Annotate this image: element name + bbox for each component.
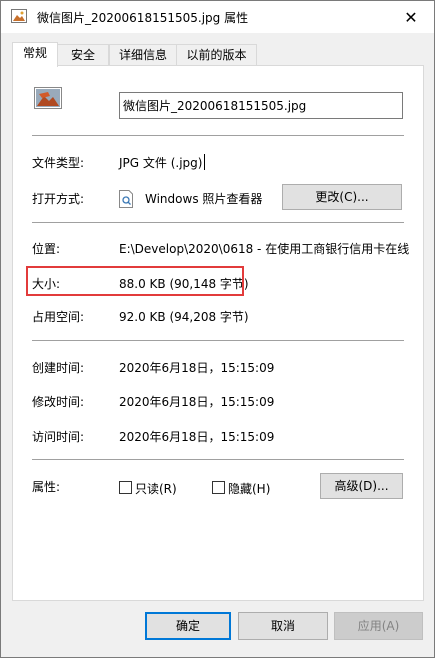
title-bar: 微信图片_20200618151505.jpg 属性 ✕: [1, 1, 434, 33]
image-file-icon: [11, 9, 27, 23]
tab-security[interactable]: 安全: [57, 44, 109, 66]
tab-general[interactable]: 常规: [12, 42, 58, 67]
accessed-value: 2020年6月18日，15:15:09: [119, 430, 275, 444]
open-with-value: Windows 照片查看器: [145, 192, 263, 206]
location-value: E:\Develop\2020\0618 - 在使用工商银行信用卡在线: [119, 242, 409, 256]
close-icon: ✕: [404, 7, 418, 27]
modified-value: 2020年6月18日，15:15:09: [119, 395, 275, 409]
accessed-label: 访问时间:: [32, 430, 85, 444]
readonly-label[interactable]: 只读(R): [135, 480, 177, 497]
photo-viewer-icon: [119, 190, 133, 208]
open-with-label: 打开方式:: [32, 192, 85, 206]
window-title: 微信图片_20200618151505.jpg 属性: [37, 11, 249, 25]
text-cursor: [204, 154, 205, 170]
created-label: 创建时间:: [32, 361, 85, 375]
separator: [32, 340, 404, 341]
attributes-label: 属性:: [32, 480, 61, 494]
file-type-label: 文件类型:: [32, 156, 85, 170]
hidden-checkbox[interactable]: [212, 481, 225, 494]
size-highlight-box: [26, 266, 244, 296]
image-file-icon: [34, 87, 62, 109]
close-button[interactable]: ✕: [388, 1, 434, 33]
general-tab-panel: 文件类型: JPG 文件 (.jpg) 打开方式: Windows 照片查看器 …: [12, 65, 424, 601]
properties-dialog: 微信图片_20200618151505.jpg 属性 ✕ 常规 安全 详细信息 …: [0, 0, 435, 658]
change-button[interactable]: 更改(C)...: [282, 184, 402, 210]
file-type-value: JPG 文件 (.jpg): [119, 156, 203, 170]
separator: [32, 459, 404, 460]
tab-previous-versions[interactable]: 以前的版本: [176, 44, 257, 66]
separator: [32, 222, 404, 223]
hidden-label[interactable]: 隐藏(H): [228, 480, 270, 497]
tab-details[interactable]: 详细信息: [109, 44, 177, 66]
file-name-input[interactable]: [119, 92, 403, 119]
ok-button[interactable]: 确定: [145, 612, 231, 640]
cancel-button[interactable]: 取消: [238, 612, 328, 640]
advanced-button[interactable]: 高级(D)...: [320, 473, 403, 499]
created-value: 2020年6月18日，15:15:09: [119, 361, 275, 375]
disk-size-label: 占用空间:: [32, 310, 85, 324]
modified-label: 修改时间:: [32, 395, 85, 409]
disk-size-value: 92.0 KB (94,208 字节): [119, 310, 249, 324]
separator: [32, 135, 404, 136]
apply-button[interactable]: 应用(A): [334, 612, 423, 640]
location-label: 位置:: [32, 242, 61, 256]
readonly-checkbox[interactable]: [119, 481, 132, 494]
